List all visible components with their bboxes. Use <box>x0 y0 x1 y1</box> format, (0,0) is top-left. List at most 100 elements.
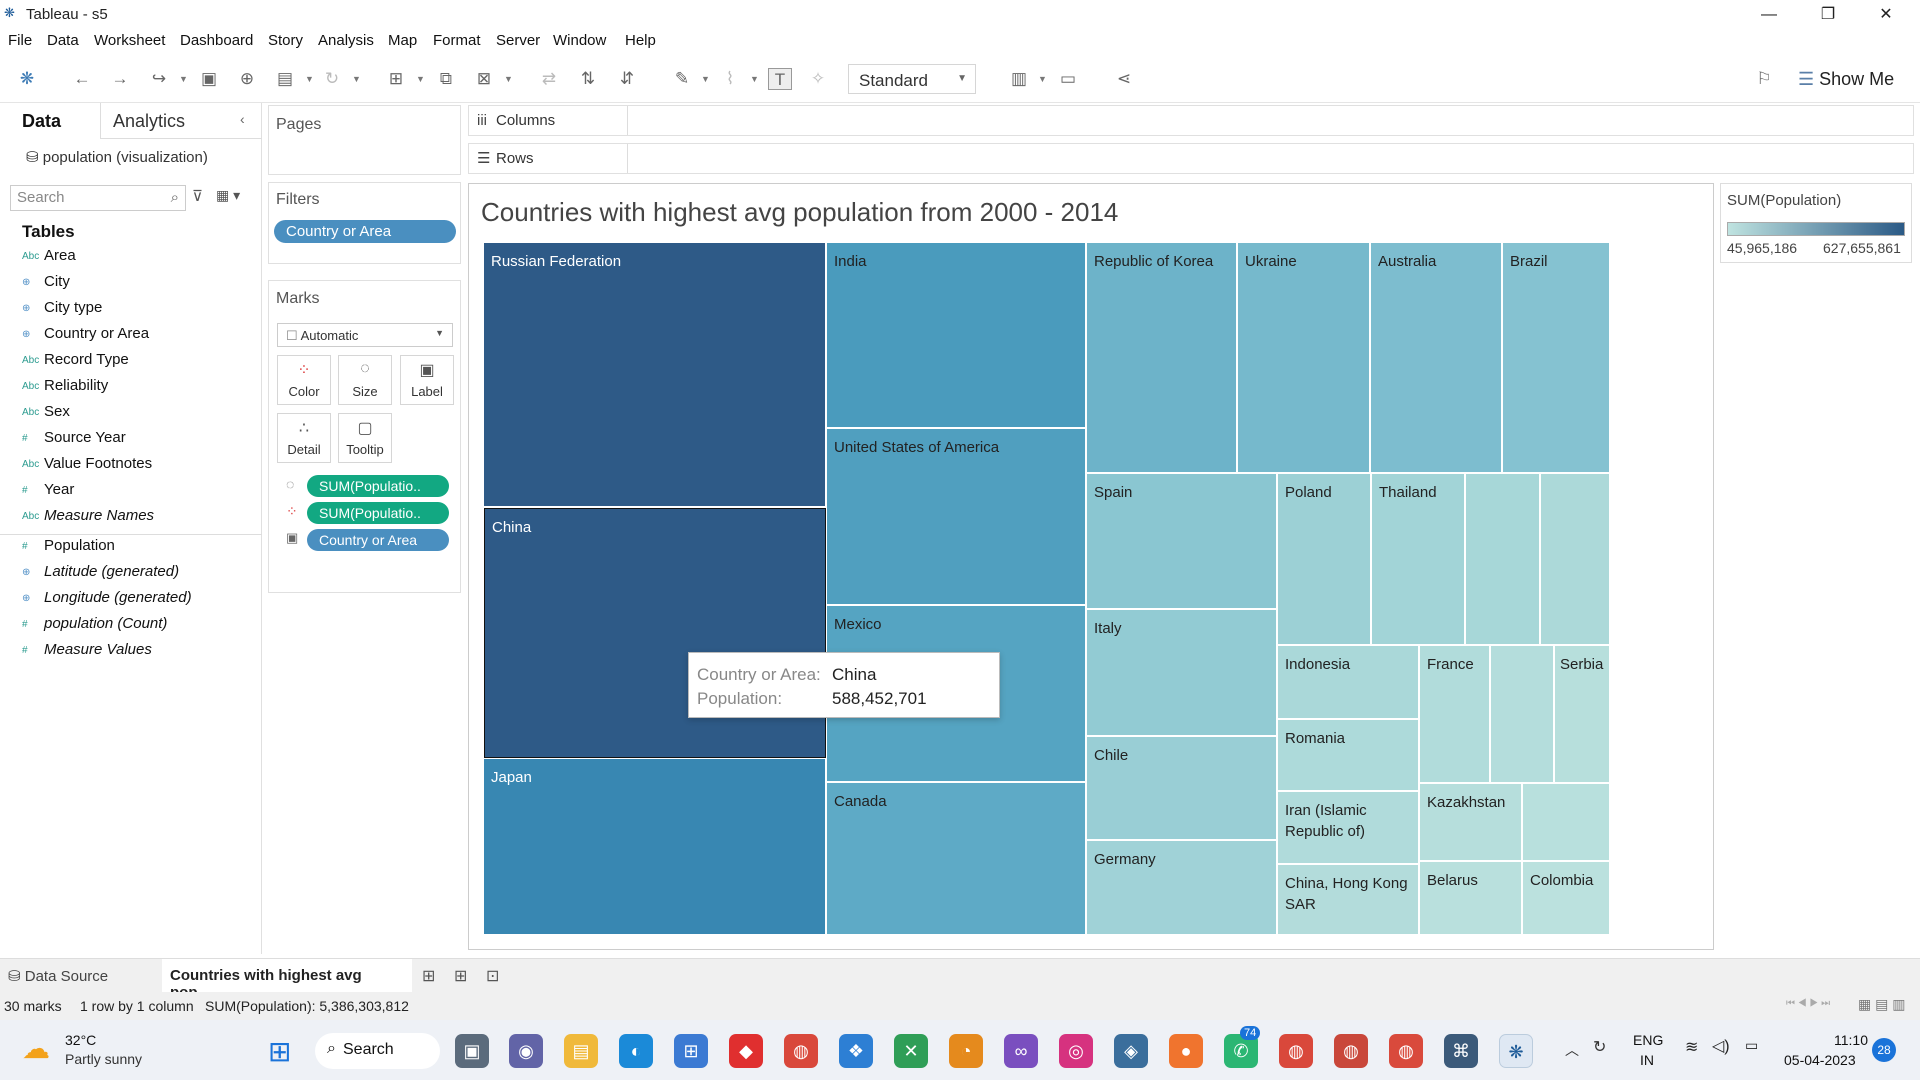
chrome-icon[interactable]: ◍ <box>1334 1034 1368 1068</box>
excel-icon[interactable]: ✕ <box>894 1034 928 1068</box>
wifi-icon[interactable]: ≋ <box>1685 1037 1698 1057</box>
python-icon[interactable]: ❖ <box>839 1034 873 1068</box>
filter-icon[interactable]: ⊽ <box>192 187 203 205</box>
new-worksheet-icon[interactable]: ⊞ <box>384 68 408 90</box>
menu-dashboard[interactable]: Dashboard <box>180 32 253 49</box>
color-pill[interactable]: SUM(Populatio.. <box>307 502 449 524</box>
treemap-cell[interactable] <box>1466 474 1540 645</box>
menu-worksheet[interactable]: Worksheet <box>94 32 165 49</box>
lang-eng[interactable]: ENG <box>1633 1032 1663 1048</box>
windows-start-icon[interactable]: ⊞ <box>268 1035 291 1068</box>
mark-size-dropdown[interactable]: Standard ▼ <box>848 64 976 94</box>
show-me-button[interactable]: ☰ Show Me <box>1798 69 1894 90</box>
menu-map[interactable]: Map <box>388 32 417 49</box>
pages-card[interactable]: Pages <box>268 105 461 175</box>
menu-format[interactable]: Format <box>433 32 481 49</box>
treemap-cell[interactable]: Australia <box>1371 243 1502 473</box>
treemap-cell[interactable]: United States of America <box>827 429 1086 605</box>
chevron-down-icon[interactable]: ▼ <box>179 68 188 90</box>
treemap-cell[interactable]: Brazil <box>1503 243 1610 473</box>
notification-center-badge[interactable]: 28 <box>1872 1038 1896 1062</box>
show-labels-icon[interactable]: T <box>768 68 792 90</box>
field-item[interactable]: # Population <box>22 537 115 554</box>
task-view-icon[interactable]: ▣ <box>455 1034 489 1068</box>
field-item[interactable]: ⊕ City type <box>22 299 102 316</box>
file-explorer-icon[interactable]: ▤ <box>564 1034 598 1068</box>
columns-shelf[interactable]: iii Columns <box>468 105 1914 136</box>
field-item[interactable]: ⊕ Country or Area <box>22 325 149 342</box>
firefox-icon[interactable]: ● <box>1169 1034 1203 1068</box>
field-item[interactable]: Abc Sex <box>22 403 70 420</box>
duplicate-sheet-icon[interactable]: ⧉ <box>434 68 458 90</box>
minimize-button[interactable]: — <box>1741 0 1797 29</box>
new-worksheet-icon[interactable]: ⊞ <box>422 966 435 986</box>
treemap-cell[interactable]: Republic of Korea <box>1087 243 1237 473</box>
sync-icon[interactable]: ↻ <box>1593 1037 1606 1057</box>
chevron-up-icon[interactable]: ︿ <box>1565 1040 1579 1060</box>
close-button[interactable]: ✕ <box>1858 0 1914 29</box>
tableau-home-icon[interactable]: ❋ <box>15 68 39 90</box>
chevron-down-icon[interactable]: ▼ <box>701 68 710 90</box>
vscode-icon[interactable]: ⌘ <box>1444 1034 1478 1068</box>
treemap-cell[interactable]: Colombia <box>1523 862 1610 935</box>
treemap-cell[interactable]: Iran (Islamic Republic of) <box>1278 792 1419 864</box>
view-toggle-icon[interactable]: ▦ ▤ ▥ <box>1858 996 1905 1013</box>
save-icon[interactable]: ▣ <box>197 68 221 90</box>
treemap-cell[interactable]: France <box>1420 646 1490 783</box>
field-item[interactable]: ⊕ Longitude (generated) <box>22 589 192 606</box>
highlight-icon[interactable]: ✎ <box>670 68 694 90</box>
chrome-icon[interactable]: ◍ <box>1279 1034 1313 1068</box>
treemap-cell[interactable] <box>1523 784 1610 861</box>
group-icon[interactable]: ⌇ <box>718 68 742 90</box>
highlighter-icon[interactable]: ⚐ <box>1752 68 1776 90</box>
treemap-cell[interactable]: Belarus <box>1420 862 1522 935</box>
share-icon[interactable]: ⋖ <box>1112 68 1136 90</box>
view-options-icon[interactable]: ▦ ▾ <box>216 187 240 204</box>
chevron-down-icon[interactable]: ▼ <box>352 68 361 90</box>
mark-type-dropdown[interactable]: ☐ Automatic ▼ <box>277 323 453 347</box>
field-item[interactable]: ⊕ City <box>22 273 70 290</box>
field-item[interactable]: Abc Value Footnotes <box>22 455 152 472</box>
presentation-mode-icon[interactable]: ▭ <box>1056 68 1080 90</box>
treemap-cell[interactable]: Ukraine <box>1238 243 1370 473</box>
edge-icon[interactable]: ◐ <box>619 1034 653 1068</box>
menu-file[interactable]: File <box>8 32 32 49</box>
data-source-item[interactable]: ⛁ population (visualization) <box>26 148 208 166</box>
clock-time[interactable]: 11:10 <box>1834 1032 1868 1048</box>
app-icon[interactable]: ◆ <box>729 1034 763 1068</box>
undo-icon[interactable]: ← <box>70 68 94 90</box>
redo-icon[interactable]: → <box>108 68 132 90</box>
pause-updates-icon[interactable]: ▤ <box>273 68 297 90</box>
new-dashboard-icon[interactable]: ⊞ <box>454 966 467 986</box>
label-button[interactable]: ▣ Label <box>400 355 454 405</box>
field-item[interactable]: ⊕ Latitude (generated) <box>22 563 179 580</box>
treemap-cell[interactable]: Poland <box>1278 474 1371 645</box>
size-pill[interactable]: SUM(Populatio.. <box>307 475 449 497</box>
field-item[interactable]: # Measure Values <box>22 641 152 658</box>
rows-shelf[interactable]: ☰ Rows <box>468 143 1914 174</box>
volume-icon[interactable]: ◁) <box>1712 1036 1730 1056</box>
python-app-icon[interactable]: ◈ <box>1114 1034 1148 1068</box>
treemap-cell[interactable]: Spain <box>1087 474 1277 609</box>
sort-ascending-icon[interactable]: ⇅ <box>576 68 600 90</box>
treemap-cell[interactable] <box>1491 646 1554 783</box>
teams-icon[interactable]: ◉ <box>509 1034 543 1068</box>
menu-story[interactable]: Story <box>268 32 303 49</box>
detail-button[interactable]: ∴ Detail <box>277 413 331 463</box>
tooltip-button[interactable]: ▢ Tooltip <box>338 413 392 463</box>
treemap-cell[interactable]: Kazakhstan <box>1420 784 1522 861</box>
field-item[interactable]: # population (Count) <box>22 615 167 632</box>
chevron-down-icon[interactable]: ▼ <box>504 68 513 90</box>
swap-icon[interactable]: ⇄ <box>537 68 561 90</box>
treemap-cell[interactable]: Serbia <box>1555 646 1610 783</box>
chrome-icon[interactable]: ◍ <box>1389 1034 1423 1068</box>
clear-sheet-icon[interactable]: ⊠ <box>472 68 496 90</box>
treemap-cell[interactable]: China, Hong Kong SAR <box>1278 865 1419 935</box>
treemap-cell[interactable]: Indonesia <box>1278 646 1419 719</box>
tableau-taskbar-icon[interactable]: ❋ <box>1499 1034 1533 1068</box>
treemap-cell[interactable]: Romania <box>1278 720 1419 791</box>
menu-data[interactable]: Data <box>47 32 79 49</box>
color-legend[interactable]: SUM(Population) 45,965,186 627,655,861 <box>1720 183 1912 263</box>
collapse-icon[interactable]: ‹ <box>240 111 245 127</box>
chevron-down-icon[interactable]: ▼ <box>750 68 759 90</box>
